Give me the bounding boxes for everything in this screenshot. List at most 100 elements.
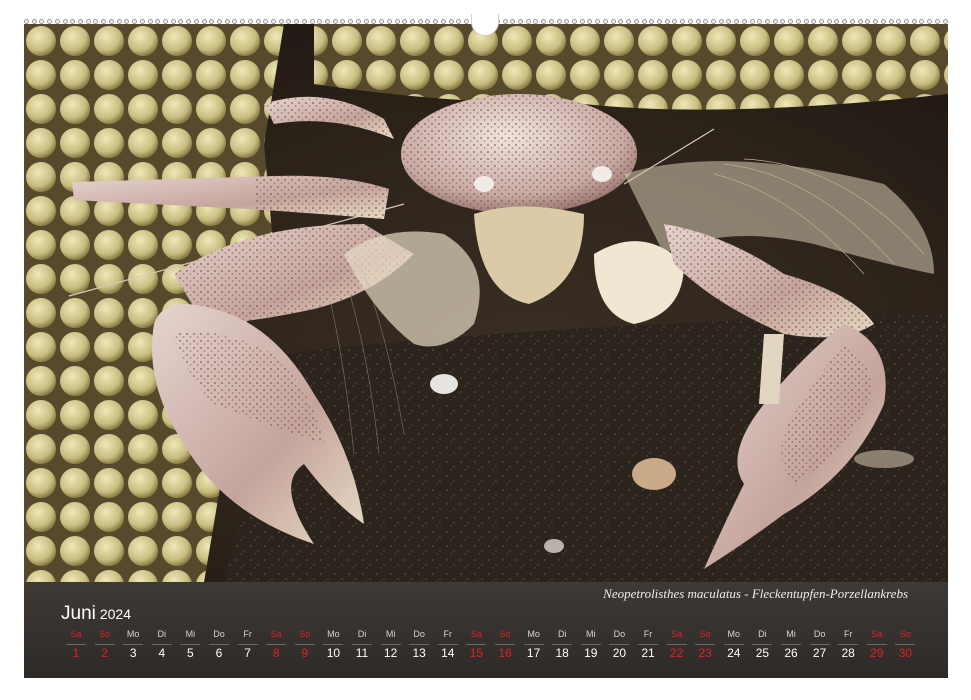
binding-ring	[749, 18, 755, 24]
binding-ring	[718, 18, 724, 24]
binding-ring	[317, 18, 323, 24]
binding-ring	[911, 18, 917, 24]
binding-ring	[548, 18, 554, 24]
binding-ring	[193, 18, 199, 24]
binding-ring	[363, 18, 369, 24]
month-title: Juni 2024	[61, 603, 131, 625]
day-number: 5	[187, 646, 194, 660]
binding-ring	[842, 18, 848, 24]
binding-ring	[116, 18, 122, 24]
year: 2024	[99, 606, 132, 622]
binding-ring	[865, 18, 871, 24]
binding-ring	[726, 18, 732, 24]
weekday-label: Do	[813, 629, 826, 639]
binding-ring	[587, 18, 593, 24]
binding-ring	[433, 18, 439, 24]
day-cell: Sa 1	[62, 628, 90, 660]
binding-ring	[873, 18, 879, 24]
binding-ring	[309, 18, 315, 24]
binding-ring	[425, 18, 431, 24]
day-cell: Mo 17	[520, 628, 548, 660]
day-cell: So 2	[91, 628, 119, 660]
day-cell: Fr 7	[234, 628, 262, 660]
binding-ring	[139, 18, 145, 24]
binding-ring	[294, 18, 300, 24]
day-number: 25	[755, 646, 770, 660]
photo-caption: Neopetrolisthes maculatus - Fleckentupfe…	[603, 586, 908, 601]
binding-ring	[710, 18, 716, 24]
binding-ring	[348, 18, 354, 24]
day-number: 6	[215, 646, 223, 660]
binding-ring	[54, 18, 60, 24]
day-number: 23	[698, 646, 712, 660]
calendar-panel: Neopetrolisthes maculatus - Fleckentupfe…	[24, 582, 948, 678]
binding-ring	[247, 18, 253, 24]
binding-ring	[386, 18, 392, 24]
weekday-label: So	[899, 629, 911, 639]
day-cell: Sa 29	[863, 628, 891, 660]
binding-ring	[641, 18, 647, 24]
day-cell: Sa 15	[462, 628, 490, 660]
day-cell: Sa 8	[262, 628, 290, 660]
binding-ring	[633, 18, 639, 24]
day-cell: Di 25	[748, 628, 776, 660]
binding-ring	[456, 18, 462, 24]
binding-ring	[927, 18, 933, 24]
day-cell: Di 11	[348, 628, 376, 660]
binding-ring	[278, 18, 284, 24]
binding-ring	[271, 18, 276, 24]
binding-ring	[795, 18, 801, 24]
day-number: 17	[526, 646, 541, 660]
binding-ring	[533, 18, 539, 24]
binding-ring	[463, 18, 469, 24]
weekday-label: Mi	[786, 629, 796, 639]
weekday-label: Mi	[586, 629, 596, 639]
day-number: 26	[784, 646, 798, 660]
weekday-label: Fr	[643, 629, 653, 639]
binding-ring	[579, 18, 585, 24]
binding-ring	[857, 18, 863, 24]
day-number: 9	[301, 646, 309, 660]
binding-ring	[332, 18, 338, 24]
binding-ring	[201, 18, 207, 24]
weekday-label: So	[99, 629, 111, 639]
weekday-label: Fr	[843, 629, 853, 639]
day-cell: Fr 21	[634, 628, 662, 660]
day-cell: Fr 14	[434, 628, 462, 660]
binding-ring	[788, 18, 794, 24]
binding-ring	[757, 18, 763, 24]
day-cell: Di 18	[548, 628, 576, 660]
binding-ring	[132, 18, 138, 24]
day-cell: Mo 3	[119, 628, 147, 660]
day-number: 7	[244, 646, 251, 660]
binding-ring	[47, 18, 53, 24]
binding-ring	[680, 18, 686, 24]
weekday-label: Do	[213, 629, 225, 639]
binding-ring	[301, 18, 307, 24]
binding-ring	[85, 18, 91, 24]
weekday-label: Sa	[871, 629, 883, 639]
day-number: 22	[669, 646, 684, 660]
binding-ring	[62, 18, 68, 24]
binding-ring	[595, 18, 601, 24]
day-cell: Mi 5	[176, 628, 204, 660]
binding-ring	[394, 18, 400, 24]
day-cell: Mo 24	[720, 628, 748, 660]
binding-ring	[209, 18, 215, 24]
binding-ring	[834, 18, 840, 24]
weekday-label: So	[299, 629, 311, 639]
day-cell: Do 27	[806, 628, 834, 660]
day-cell: Sa 22	[663, 628, 691, 660]
day-number: 2	[101, 646, 108, 660]
day-number: 21	[641, 646, 655, 660]
day-cell: Mi 26	[777, 628, 805, 660]
day-number: 20	[612, 646, 627, 660]
day-cell: So 30	[891, 628, 919, 660]
day-cell: So 16	[491, 628, 519, 660]
weekday-label: Sa	[270, 629, 282, 639]
weekday-label: Di	[357, 629, 367, 639]
binding-ring	[155, 18, 161, 24]
day-number: 10	[326, 646, 341, 660]
binding-ring	[108, 18, 114, 24]
day-cell: Do 13	[405, 628, 433, 660]
